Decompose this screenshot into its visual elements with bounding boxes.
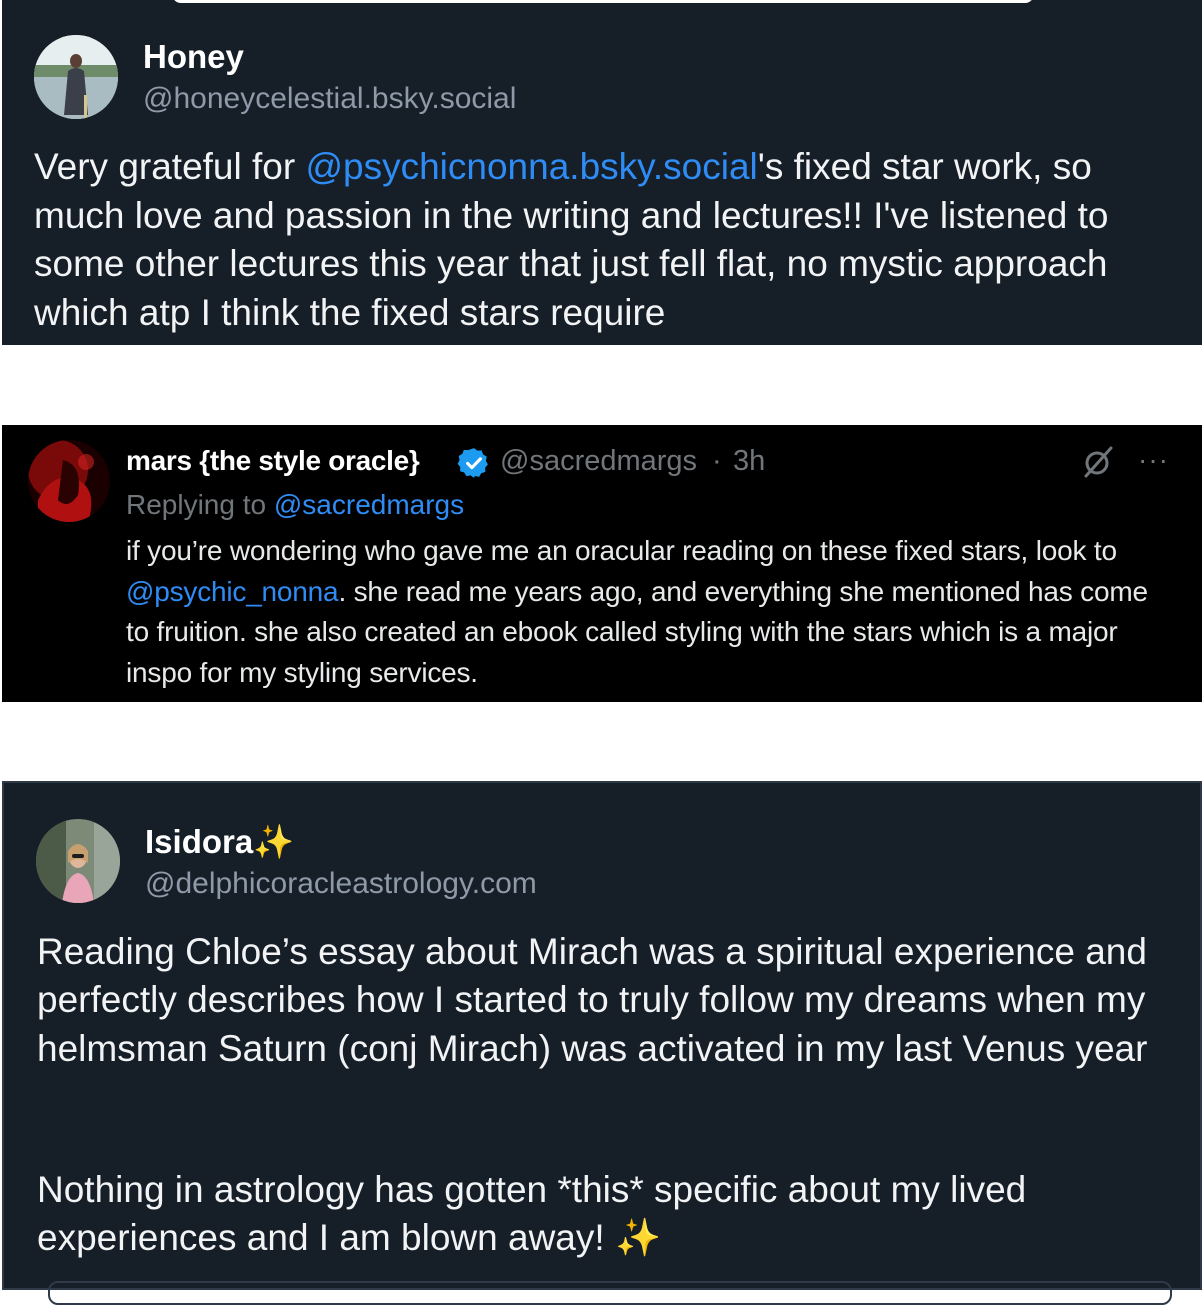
card-top-edge: [172, 0, 1034, 3]
reply-mention-link[interactable]: @sacredmargs: [274, 489, 464, 520]
replying-to: Replying to @sacredmargs: [126, 489, 464, 521]
sparkles-icon: ✨: [253, 823, 295, 860]
author-handle[interactable]: @honeycelestial.bsky.social: [143, 82, 516, 116]
separator-dot: ·: [712, 445, 722, 477]
author-name[interactable]: Honey: [143, 38, 244, 76]
mention-link[interactable]: @psychicnonna.bsky.social: [305, 146, 757, 187]
author-handle[interactable]: @sacredmargs: [500, 445, 697, 478]
post-timestamp[interactable]: 3h: [733, 445, 765, 478]
post-text: Nothing in astrology has gotten *this* s…: [37, 1169, 1027, 1259]
author-handle[interactable]: @delphicoracleastrology.com: [145, 867, 537, 901]
post-text: if you’re wondering who gave me an oracu…: [126, 535, 1117, 566]
post-paragraph: Nothing in astrology has gotten *this* s…: [37, 1166, 1187, 1263]
avatar[interactable]: [36, 819, 120, 903]
avatar[interactable]: [34, 35, 118, 119]
avatar[interactable]: [28, 440, 110, 522]
replying-label: Replying to: [126, 489, 274, 520]
mention-link[interactable]: @psychic_nonna: [126, 576, 339, 607]
card-bottom-edge: [48, 1281, 1172, 1305]
author-name[interactable]: Isidora✨: [145, 823, 294, 862]
post-body: Very grateful for @psychicnonna.bsky.soc…: [34, 143, 1184, 337]
post-paragraph: Reading Chloe’s essay about Mirach was a…: [37, 931, 1148, 1069]
post-text: Very grateful for: [34, 146, 306, 187]
grok-icon[interactable]: [1080, 444, 1116, 480]
author-name-text: Isidora: [145, 823, 254, 860]
author-name[interactable]: mars {the style oracle}: [126, 445, 420, 477]
verified-badge-icon: [457, 446, 491, 480]
more-options-icon[interactable]: ···: [1138, 444, 1169, 476]
post-body: if you’re wondering who gave me an oracu…: [126, 531, 1176, 693]
sparkles-icon: ✨: [614, 1217, 662, 1259]
